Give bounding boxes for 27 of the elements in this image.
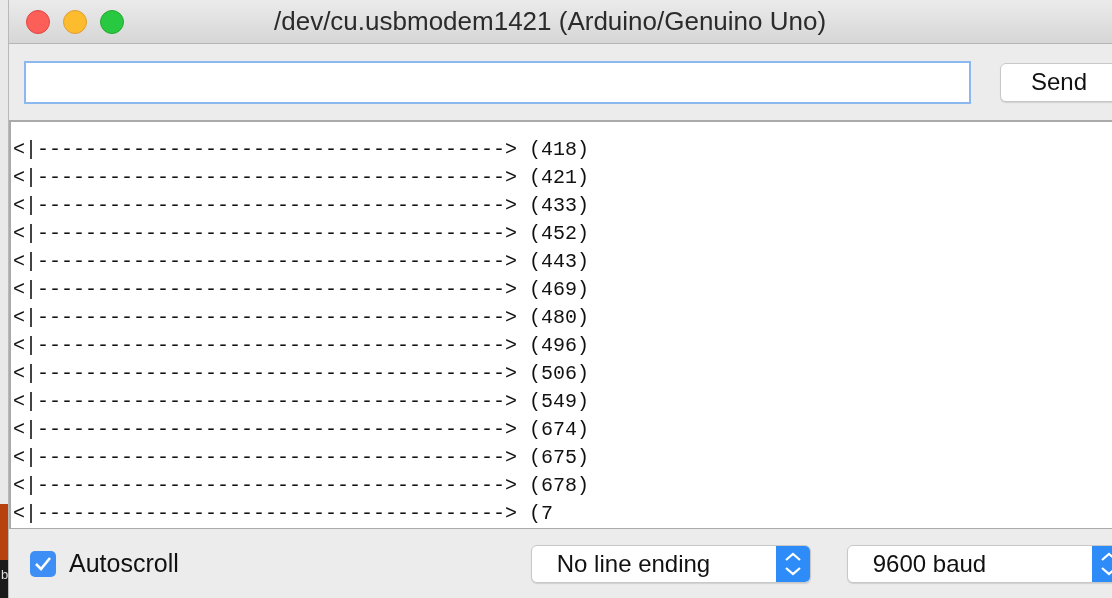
serial-output-line: <|---------------------------------------> (452) bbox=[13, 221, 590, 247]
zoom-button[interactable] bbox=[100, 9, 124, 34]
serial-output-line: <|---------------------------------------> (418) bbox=[13, 137, 590, 163]
autoscroll-label: Autoscroll bbox=[69, 549, 179, 578]
serial-output-line: <|---------------------------------------> (678) bbox=[13, 473, 590, 499]
serial-output-line: <|---------------------------------------> (549) bbox=[13, 389, 590, 415]
desktop-text: b bbox=[0, 560, 8, 598]
serial-output-line: <|---------------------------------------> (675) bbox=[13, 445, 590, 471]
autoscroll-checkbox[interactable] bbox=[30, 550, 56, 577]
window-title: /dev/cu.usbmodem1421 (Arduino/Genuino Uno) bbox=[274, 6, 827, 37]
send-button[interactable]: Send bbox=[1000, 62, 1112, 102]
serial-output-line: <|---------------------------------------> (496) bbox=[13, 333, 590, 359]
dropdown[interactable]: 9600 baud bbox=[846, 544, 1112, 583]
message-input-field[interactable] bbox=[24, 60, 971, 104]
serial-output-line: <|---------------------------------------> (7 bbox=[13, 501, 554, 527]
minimize-button[interactable] bbox=[63, 9, 87, 34]
serial-output-line: <|---------------------------------------> (469) bbox=[13, 277, 590, 303]
serial-output-line: <|---------------------------------------> (674) bbox=[13, 417, 590, 443]
up-down-arrows-icon bbox=[775, 545, 810, 582]
checkmark-icon bbox=[34, 555, 52, 572]
serial-output-line: <|---------------------------------------> (421) bbox=[13, 165, 590, 191]
serial-output-line: <|---------------------------------------> (443) bbox=[13, 249, 590, 275]
serial-output-line: <|---------------------------------------> (433) bbox=[13, 193, 590, 219]
serial-output-line: <|---------------------------------------> (506) bbox=[13, 361, 590, 387]
dropdown[interactable]: No line ending bbox=[530, 544, 811, 583]
serial-output-line: <|---------------------------------------> (480) bbox=[13, 305, 590, 331]
close-button[interactable] bbox=[26, 9, 50, 34]
